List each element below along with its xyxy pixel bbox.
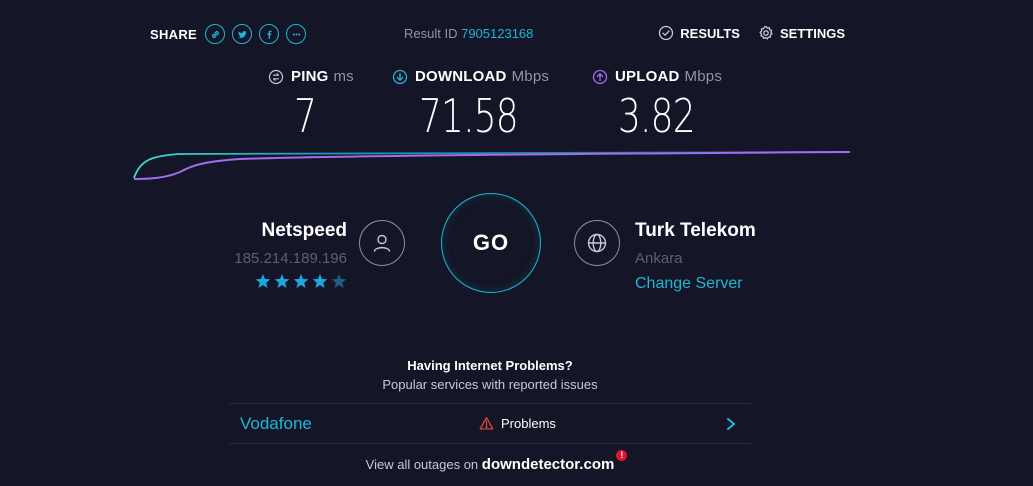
download-metric: DOWNLOAD Mbps 71.58	[392, 68, 549, 143]
chevron-right-icon	[727, 417, 735, 430]
ping-unit: ms	[333, 68, 354, 85]
user-icon	[359, 220, 405, 266]
download-graph-line	[133, 151, 851, 179]
isp-host-info: Netspeed 185.214.189.196	[234, 220, 347, 289]
outage-status: Problems	[479, 416, 556, 431]
download-unit: Mbps	[511, 68, 550, 85]
server-info: Turk Telekom Ankara Change Server	[635, 220, 756, 293]
result-id-link[interactable]: 7905123168	[461, 26, 533, 41]
problems-subtitle: Popular services with reported issues	[382, 377, 598, 392]
result-id-label: Result ID	[404, 26, 458, 41]
upload-unit: Mbps	[684, 68, 723, 85]
change-server-link[interactable]: Change Server	[635, 275, 756, 293]
outage-row[interactable]: Vodafone Problems	[229, 403, 751, 444]
result-id: Result ID 7905123168	[404, 26, 533, 41]
settings-label: SETTINGS	[779, 25, 845, 41]
more-icon[interactable]	[286, 24, 307, 44]
isp-rating[interactable]	[234, 273, 347, 289]
ip-address: 185.214.189.196	[234, 250, 347, 267]
upload-arrow-icon	[592, 69, 608, 84]
upload-label: UPLOAD	[615, 68, 680, 85]
server-location: Ankara	[635, 250, 683, 267]
results-label: RESULTS	[680, 25, 740, 41]
star-icon	[274, 274, 290, 288]
twitter-icon[interactable]	[232, 24, 253, 44]
outage-status-label: Problems	[501, 416, 556, 431]
link-icon[interactable]	[205, 24, 226, 44]
upload-metric: UPLOAD Mbps 3.82	[592, 68, 722, 143]
gear-icon	[759, 25, 773, 40]
settings-button[interactable]: SETTINGS	[758, 25, 845, 41]
outage-isp-name: Vodafone	[240, 413, 312, 433]
warning-icon	[479, 417, 494, 430]
download-value: 71.58	[419, 89, 519, 143]
share-label: SHARE	[150, 26, 198, 42]
ping-icon	[268, 69, 284, 84]
speed-graph	[133, 151, 851, 180]
downdetector-footer: View all outages on downdetector.com!	[0, 450, 980, 473]
ping-label: PING	[291, 68, 329, 85]
alert-badge-icon: !	[616, 450, 628, 461]
download-label: DOWNLOAD	[415, 68, 507, 85]
problems-title: Having Internet Problems?	[407, 358, 573, 373]
check-circle-icon	[659, 25, 674, 41]
upload-graph-line	[133, 151, 851, 180]
results-button[interactable]: RESULTS	[658, 25, 740, 41]
downdetector-link[interactable]: downdetector.com!	[481, 450, 628, 473]
ping-value: 7	[294, 89, 317, 143]
footer-text: View all outages on	[365, 457, 479, 472]
star-empty-icon	[331, 274, 347, 288]
star-icon	[255, 274, 271, 288]
upload-value: 3.82	[618, 89, 696, 143]
globe-icon	[574, 220, 620, 266]
share-bar: SHARE	[150, 22, 313, 46]
server-name: Turk Telekom	[635, 220, 756, 241]
go-button[interactable]: GO	[441, 193, 541, 293]
star-icon	[312, 274, 328, 288]
isp-name: Netspeed	[261, 220, 347, 241]
download-arrow-icon	[392, 69, 408, 84]
star-icon	[293, 274, 309, 288]
downdetector-brand: downdetector.com	[481, 456, 615, 473]
ping-metric: PING ms 7	[268, 68, 354, 143]
speedtest-result-panel: SHARE Result ID 7905123168 RESULTS SETTI…	[0, 0, 1033, 486]
facebook-icon[interactable]	[259, 24, 280, 44]
top-right-nav: RESULTS SETTINGS	[640, 25, 845, 41]
